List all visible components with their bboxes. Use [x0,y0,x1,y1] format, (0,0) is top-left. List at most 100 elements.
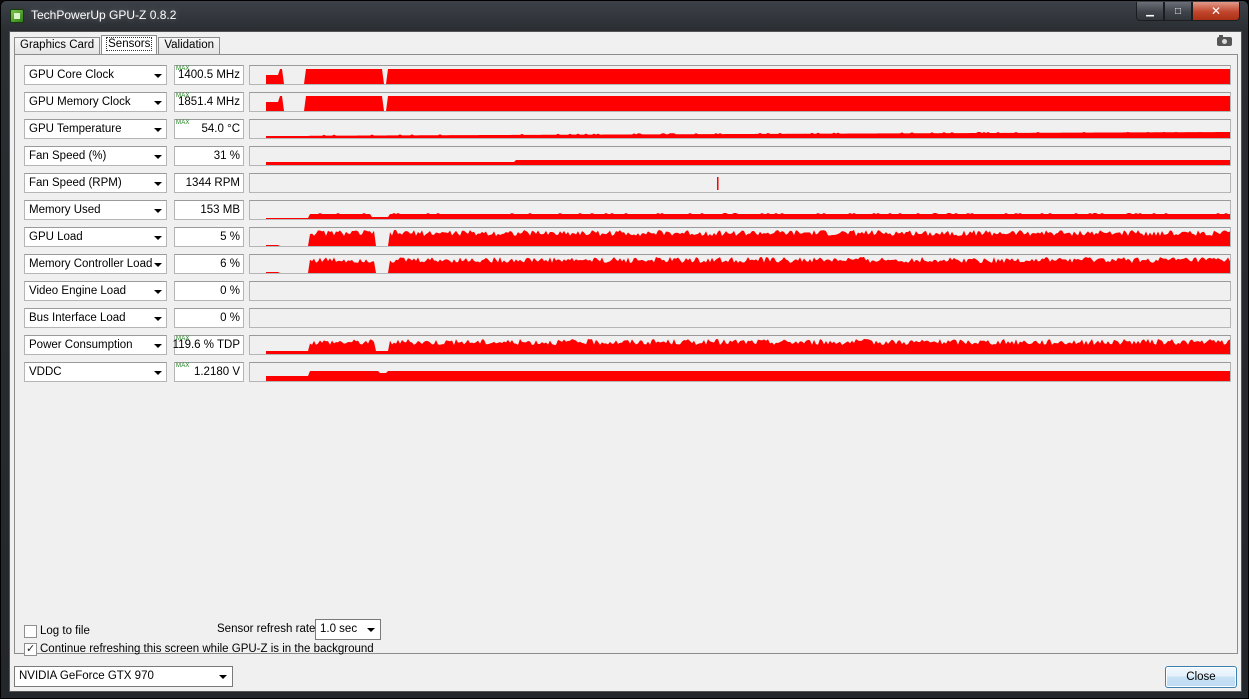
checkmark-icon: ✓ [26,643,36,655]
sensor-graph [249,146,1231,166]
sensor-graph [249,227,1231,247]
max-indicator: MAX [176,120,190,126]
sensor-value-box[interactable]: 6 % [174,254,244,274]
sensor-name: Power Consumption [29,339,133,351]
chevron-down-icon [154,371,162,375]
sensor-graph-trace [266,257,1230,273]
sensor-graph [249,92,1231,112]
continue-refresh-checkbox[interactable]: ✓ [24,643,37,656]
sensor-row: Bus Interface Load 0 % [15,308,1237,330]
sensor-graph-trace [266,160,1230,165]
sensor-name-select[interactable]: Video Engine Load [24,281,167,301]
sensor-row: GPU Memory Clock MAX 1851.4 MHz [15,92,1237,114]
minimize-button[interactable]: ▁ [1136,2,1164,21]
app-window: TechPowerUp GPU-Z 0.8.2 ▁ □ ✕ Graphics C… [0,0,1249,699]
sensor-value: 1851.4 MHz [177,96,240,108]
chevron-down-icon [154,290,162,294]
chevron-down-icon [154,155,162,159]
sensor-graph-trace [250,282,1230,300]
chevron-down-icon [154,209,162,213]
chevron-down-icon [154,74,162,78]
sensor-graph [249,254,1231,274]
sensor-graph-spike [717,177,719,190]
chevron-down-icon [154,128,162,132]
title-bar[interactable]: TechPowerUp GPU-Z 0.8.2 ▁ □ ✕ [1,1,1248,31]
sensor-graph [249,308,1231,328]
sensor-graph-trace [266,132,1230,138]
window-title: TechPowerUp GPU-Z 0.8.2 [31,8,177,22]
sensor-value: 0 % [220,312,240,324]
sensor-value: 1344 RPM [185,177,240,189]
sensor-value: 54.0 °C [201,123,240,135]
sensor-name: Fan Speed (%) [29,150,107,162]
sensor-value-box[interactable]: 5 % [174,227,244,247]
sensor-name-select[interactable]: Fan Speed (%) [24,146,167,166]
sensor-row: GPU Core Clock MAX 1400.5 MHz [15,65,1237,87]
sensor-value-box[interactable]: MAX 119.6 % TDP [173,335,244,355]
sensor-graph [249,173,1231,193]
camera-icon[interactable] [1217,35,1232,46]
sensor-graph-trace [717,177,719,190]
sensor-graph-area [266,371,1230,381]
sensor-row: Memory Controller Load 6 % [15,254,1237,276]
sensor-name-select[interactable]: Power Consumption [24,335,167,355]
sensor-name: GPU Core Clock [29,69,114,81]
sensor-graph [249,281,1231,301]
sensor-graph-area [266,213,1230,219]
sensor-graph-trace [266,69,1230,84]
sensor-name: GPU Temperature [29,123,122,135]
sensor-value-box[interactable]: 153 MB [174,200,244,220]
tab-validation[interactable]: Validation [158,37,220,54]
sensor-name-select[interactable]: VDDC [24,362,167,382]
sensor-value-box[interactable]: MAX 54.0 °C [174,119,244,139]
sensor-name: Fan Speed (RPM) [29,177,122,189]
sensor-value-box[interactable]: MAX 1.2180 V [174,362,244,382]
gpu-select-value: NVIDIA GeForce GTX 970 [19,670,154,682]
sensor-name-select[interactable]: Memory Used [24,200,167,220]
continue-refresh-label: Continue refreshing this screen while GP… [40,643,374,655]
sensor-name-select[interactable]: GPU Memory Clock [24,92,167,112]
sensor-name: Memory Used [29,204,101,216]
sensor-graph [249,200,1231,220]
sensor-value-box[interactable]: MAX 1400.5 MHz [174,65,244,85]
sensor-value-box[interactable]: MAX 1851.4 MHz [174,92,244,112]
sensor-name-select[interactable]: GPU Load [24,227,167,247]
sensor-value-box[interactable]: 0 % [174,281,244,301]
sensor-name-select[interactable]: GPU Temperature [24,119,167,139]
sensor-name: VDDC [29,366,62,378]
maximize-button[interactable]: □ [1164,2,1192,21]
sensor-graph-area [266,339,1230,354]
sensor-row: Fan Speed (%) 31 % [15,146,1237,168]
sensor-name: Video Engine Load [29,285,126,297]
chevron-down-icon [154,344,162,348]
tab-sensors[interactable]: Sensors [101,35,158,55]
refresh-rate-label: Sensor refresh rate: [217,623,319,635]
sensor-value-box[interactable]: 1344 RPM [174,173,244,193]
sensor-value: 0 % [220,285,240,297]
sensor-name-select[interactable]: GPU Core Clock [24,65,167,85]
sensor-value-box[interactable]: 0 % [174,308,244,328]
sensors-panel: GPU Core Clock MAX 1400.5 MHz GPU Memory Cl… [14,54,1238,654]
sensor-name-select[interactable]: Fan Speed (RPM) [24,173,167,193]
sensor-row: VDDC MAX 1.2180 V [15,362,1237,384]
sensor-value: 1.2180 V [193,366,240,378]
tab-strip: Graphics Card Sensors Validation [14,34,221,55]
sensor-name-select[interactable]: Bus Interface Load [24,308,167,328]
refresh-rate-value: 1.0 sec [320,623,358,635]
tab-graphics-card[interactable]: Graphics Card [14,37,101,54]
close-window-button[interactable]: ✕ [1192,2,1240,21]
gpu-select[interactable]: NVIDIA GeForce GTX 970 [14,666,233,687]
sensor-name-select[interactable]: Memory Controller Load [24,254,167,274]
sensor-row: GPU Temperature MAX 54.0 °C [15,119,1237,141]
close-button[interactable]: Close [1165,666,1237,688]
refresh-rate-select[interactable]: 1.0 sec [315,619,381,640]
gpu-z-app-icon [10,9,24,23]
sensor-graph-area [266,96,1230,111]
sensor-graph-area [266,160,1230,165]
sensor-value-box[interactable]: 31 % [174,146,244,166]
sensor-graph-trace [250,309,1230,327]
chevron-down-icon [154,182,162,186]
max-indicator: MAX [176,363,190,369]
chevron-down-icon [367,628,375,632]
log-to-file-checkbox[interactable] [24,625,37,638]
